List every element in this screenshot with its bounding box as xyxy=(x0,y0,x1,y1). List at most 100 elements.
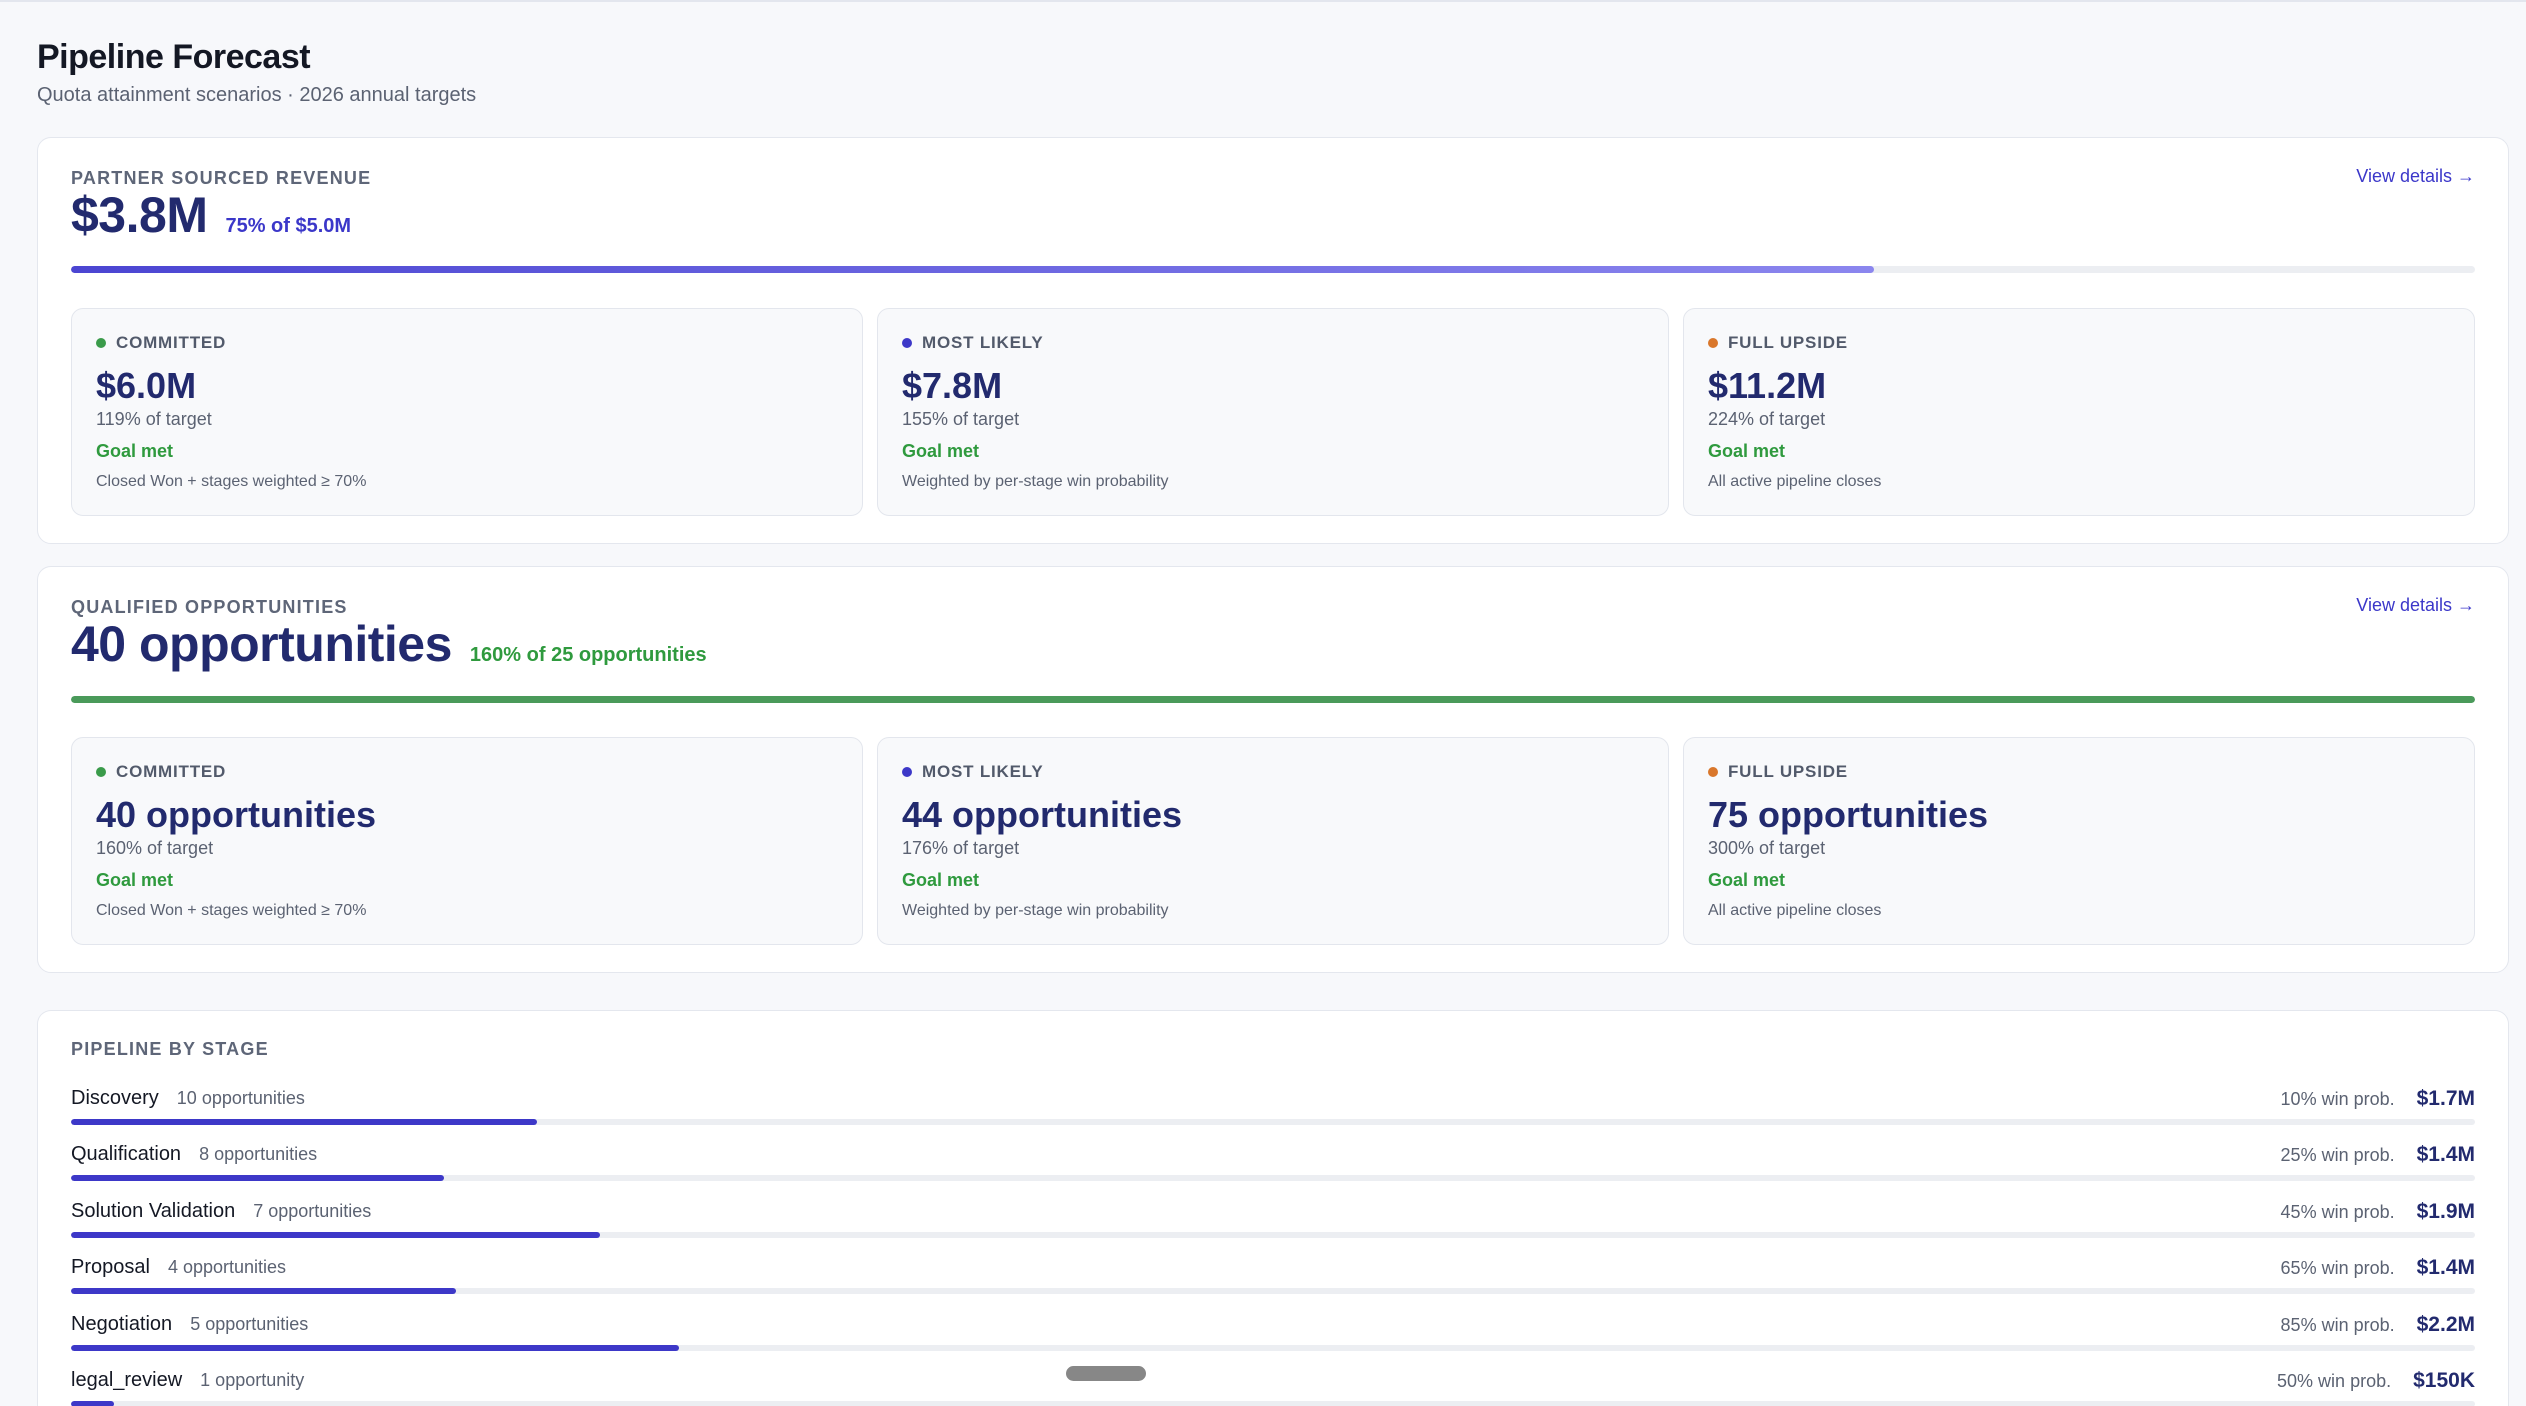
scenario-header: COMMITTED xyxy=(96,333,226,353)
stage-name: Qualification xyxy=(71,1143,182,1166)
scenario-percent-of-target: 119% of target xyxy=(96,409,212,429)
stage-amount: $150K xyxy=(2413,1369,2475,1392)
pipeline-by-stage-title: PIPELINE BY STAGE xyxy=(71,1039,269,1059)
scenario-percent-of-target: 160% of target xyxy=(96,838,214,858)
scenario-note: Weighted by per-stage win probability xyxy=(902,902,1169,919)
stage-row[interactable]: Proposal 4 opportunities 65% win prob. $1.4… xyxy=(71,1256,2475,1312)
scenario-header: FULL UPSIDE xyxy=(1708,333,1848,353)
stage-bar-fill xyxy=(71,1344,680,1351)
opportunities-card: QUALIFIED OPPORTUNITIES View details → 4… xyxy=(37,566,2509,973)
stage-opportunity-count: 8 opportunities xyxy=(199,1144,318,1165)
scenario-value: 44 opportunities xyxy=(902,794,1183,835)
stage-name: Negotiation xyxy=(71,1312,173,1335)
scenario-percent-of-target: 300% of target xyxy=(1708,838,1826,858)
scenario-header: COMMITTED xyxy=(96,762,226,782)
stage-amount: $1.4M xyxy=(2416,1143,2475,1167)
stage-bar-fill xyxy=(71,1175,444,1182)
scenario-value: 75 opportunities xyxy=(1708,794,1989,835)
scenario-label: MOST LIKELY xyxy=(922,762,1044,781)
revenue-scenarios: COMMITTED $6.0M 119% of target Goal met Clos… xyxy=(71,308,2475,516)
revenue-kpi: $3.8M 75% of $5.0M xyxy=(71,186,351,244)
stage-win-probability: 45% win prob. xyxy=(2280,1201,2395,1222)
stage-bar-fill xyxy=(71,1288,456,1295)
stage-row[interactable]: Discovery 10 opportunities 10% win prob. $1… xyxy=(71,1087,2475,1143)
scenario-label: FULL UPSIDE xyxy=(1728,333,1848,352)
scenario-goal-status: Goal met xyxy=(902,441,980,461)
stage-opportunity-count: 10 opportunities xyxy=(176,1088,305,1108)
scenario-note: Weighted by per-stage win probability xyxy=(902,473,1169,490)
pipeline-by-stage-card: PIPELINE BY STAGE Discovery 10 opportunit… xyxy=(37,1010,2509,1406)
scenario-value: $11.2M xyxy=(1708,365,1827,406)
stage-bar-track xyxy=(71,1231,2475,1238)
scenario-committed: COMMITTED 40 opportunities 160% of target G… xyxy=(71,737,863,945)
scenario-full-upside: FULL UPSIDE 75 opportunities 300% of targe… xyxy=(1683,737,2475,945)
scenario-full-upside: FULL UPSIDE $11.2M 224% of target Goal met A… xyxy=(1683,308,2475,516)
stage-amount: $2.2M xyxy=(2416,1312,2475,1336)
stage-win-probability: 50% win prob. xyxy=(2277,1371,2392,1391)
opportunities-progress-fill xyxy=(71,696,2475,703)
stage-name: Discovery xyxy=(71,1087,159,1109)
scenario-goal-status: Goal met xyxy=(96,870,174,890)
stage-row[interactable]: Qualification 8 opportunities 25% win prob… xyxy=(71,1143,2475,1199)
stage-opportunity-count: 7 opportunities xyxy=(253,1200,372,1221)
scenario-note: Closed Won + stages weighted ≥ 70% xyxy=(96,902,367,919)
scrollbar-handle[interactable] xyxy=(1066,1366,1146,1381)
scenario-goal-status: Goal met xyxy=(1708,441,1786,461)
stage-name: legal_review xyxy=(71,1369,183,1391)
scenario-committed: COMMITTED $6.0M 119% of target Goal met Clos… xyxy=(71,308,863,516)
stage-opportunity-count: 5 opportunities xyxy=(190,1313,309,1334)
stage-name: Proposal xyxy=(71,1256,150,1279)
opportunities-progress-track xyxy=(71,696,2475,703)
scenario-goal-status: Goal met xyxy=(902,870,980,890)
stage-metrics: 45% win prob. $1.9M xyxy=(2281,1200,2475,1224)
scenario-goal-status: Goal met xyxy=(96,441,174,461)
scenario-goal-status: Goal met xyxy=(1708,870,1786,890)
page-subtitle: Quota attainment scenarios · 2026 annual… xyxy=(37,84,477,106)
stage-win-probability: 10% win prob. xyxy=(2280,1089,2395,1109)
scenario-label: COMMITTED xyxy=(116,333,227,352)
status-dot-icon xyxy=(902,338,912,348)
stage-metrics: 65% win prob. $1.4M xyxy=(2281,1256,2475,1280)
scenario-note: All active pipeline closes xyxy=(1708,473,1882,490)
stage-win-probability: 65% win prob. xyxy=(2280,1258,2395,1279)
stage-metrics: 50% win prob. $150K xyxy=(2277,1369,2475,1393)
stage-opportunity-count: 4 opportunities xyxy=(167,1257,287,1278)
stage-name: Solution Validation xyxy=(71,1199,236,1222)
stage-metrics: 85% win prob. $2.2M xyxy=(2281,1313,2475,1337)
scenario-percent-of-target: 155% of target xyxy=(902,409,1020,429)
scenario-value: $7.8M xyxy=(902,365,1003,406)
status-dot-icon xyxy=(1708,767,1718,777)
stage-bar-track xyxy=(71,1401,2475,1406)
revenue-view-details-link[interactable]: View details → xyxy=(2356,166,2475,187)
revenue-attainment: 75% of $5.0M xyxy=(225,215,352,237)
stage-bar-fill xyxy=(71,1401,115,1406)
status-dot-icon xyxy=(902,767,912,777)
opportunities-value: 40 opportunities xyxy=(71,616,452,672)
stage-win-probability: 85% win prob. xyxy=(2280,1314,2395,1335)
status-dot-icon xyxy=(96,767,106,777)
scenario-value: 40 opportunities xyxy=(96,794,377,835)
opportunities-attainment: 160% of 25 opportunities xyxy=(469,644,707,666)
scenario-value: $6.0M xyxy=(96,365,197,406)
opportunities-view-details-link[interactable]: View details → xyxy=(2356,595,2475,616)
stage-amount: $1.4M xyxy=(2416,1256,2475,1280)
scenario-header: MOST LIKELY xyxy=(902,333,1044,353)
stage-bar-track xyxy=(71,1175,2475,1182)
stage-bar-fill xyxy=(71,1119,538,1125)
scenario-note: Closed Won + stages weighted ≥ 70% xyxy=(96,473,367,490)
stage-metrics: 10% win prob. $1.7M xyxy=(2281,1087,2475,1111)
stage-row[interactable]: Negotiation 5 opportunities 85% win prob. $… xyxy=(71,1313,2475,1369)
stage-name-group: legal_review 1 opportunity xyxy=(71,1369,304,1392)
scenario-most-likely: MOST LIKELY 44 opportunities 176% of targe… xyxy=(877,737,1669,945)
opportunities-kpi: 40 opportunities 160% of 25 opportunitie… xyxy=(71,615,707,673)
opportunities-scenarios: COMMITTED 40 opportunities 160% of target G… xyxy=(71,737,2475,945)
stage-name-group: Discovery 10 opportunities xyxy=(71,1087,305,1110)
stage-name-group: Negotiation 5 opportunities xyxy=(71,1313,308,1336)
stage-row[interactable]: legal_review 1 opportunity 50% win prob. $1… xyxy=(71,1369,2475,1406)
stage-bar-track xyxy=(71,1288,2475,1295)
stage-bar-fill xyxy=(71,1231,600,1238)
stage-name-group: Solution Validation 7 opportunities xyxy=(71,1200,371,1223)
stage-opportunity-count: 1 opportunity xyxy=(200,1370,305,1390)
stage-name-group: Proposal 4 opportunities xyxy=(71,1256,286,1279)
stage-row[interactable]: Solution Validation 7 opportunities 45% wi… xyxy=(71,1200,2475,1256)
